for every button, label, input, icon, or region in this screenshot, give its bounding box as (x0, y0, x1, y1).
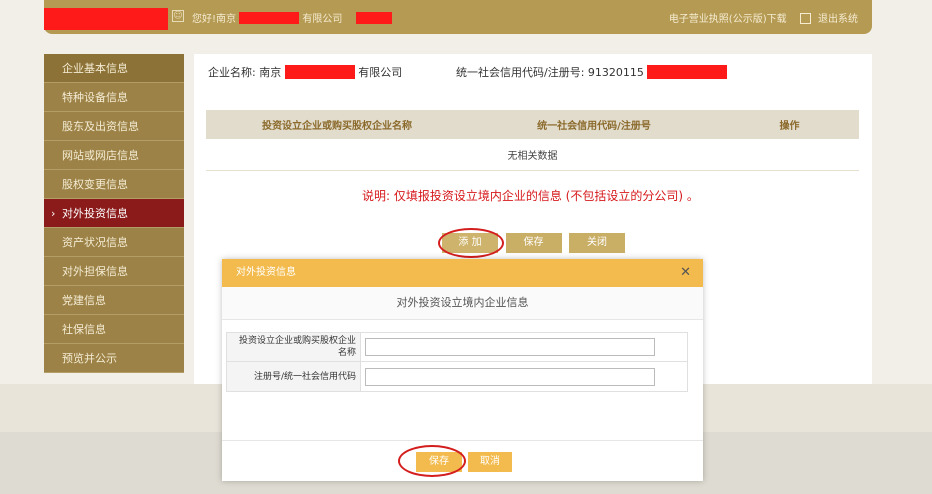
logout-link[interactable]: 退出系统 (818, 14, 858, 25)
license-download-link[interactable]: 电子营业执照(公示版)下载 (669, 14, 787, 25)
redacted-name (108, 8, 168, 30)
table-header-row: 投资设立企业或购买股权企业名称 统一社会信用代码/注册号 操作 (206, 110, 859, 139)
field-cell-credit-code (360, 361, 688, 392)
close-icon[interactable]: ✕ (680, 259, 691, 287)
logout-icon[interactable] (799, 13, 811, 24)
table-header-name: 投资设立企业或购买股权企业名称 (262, 121, 412, 132)
sidebar-item-guarantee[interactable]: 对外担保信息 (44, 257, 184, 286)
sidebar-item-preview[interactable]: 预览并公示 (44, 344, 184, 373)
user-icon: ☺ (172, 10, 184, 22)
investment-modal: 对外投资信息 ✕ 对外投资设立境内企业信息 投资设立企业或购买股权企业名称 注册… (222, 259, 703, 481)
company-label: 企业名称: 南京 (208, 66, 282, 79)
redacted-logo (44, 8, 108, 30)
sidebar-item-website[interactable]: 网站或网店信息 (44, 141, 184, 170)
sidebar: 企业基本信息 特种设备信息 股东及出资信息 网站或网店信息 股权变更信息 对外投… (44, 54, 184, 373)
redacted-credit-code (647, 65, 728, 79)
sidebar-item-investment[interactable]: 对外投资信息 (44, 199, 184, 228)
sidebar-item-special-equipment[interactable]: 特种设备信息 (44, 83, 184, 112)
sidebar-item-basic-info[interactable]: 企业基本信息 (44, 54, 184, 83)
table-header-code: 统一社会信用代码/注册号 (537, 121, 651, 132)
modal-subtitle: 对外投资设立境内企业信息 (222, 287, 703, 320)
add-highlight-ellipse (438, 228, 504, 258)
table-header-action: 操作 (779, 121, 800, 132)
modal-cancel-button[interactable]: 取消 (468, 452, 512, 472)
sidebar-item-social-security[interactable]: 社保信息 (44, 315, 184, 344)
sidebar-item-party[interactable]: 党建信息 (44, 286, 184, 315)
save-button[interactable]: 保存 (505, 233, 562, 253)
table-empty-row: 无相关数据 (206, 139, 859, 171)
redacted-tag (355, 12, 392, 24)
sidebar-item-equity-change[interactable]: 股权变更信息 (44, 170, 184, 199)
modal-header: 对外投资信息 ✕ (222, 259, 703, 287)
modal-title: 对外投资信息 (236, 267, 296, 278)
sidebar-item-shareholders[interactable]: 股东及出资信息 (44, 112, 184, 141)
save-highlight-ellipse (398, 445, 466, 477)
close-button[interactable]: 关闭 (569, 233, 625, 253)
company-name-input[interactable] (365, 338, 655, 356)
instruction-note: 说明: 仅填报投资设立境内企业的信息 (不包括设立的分公司) 。 (362, 189, 699, 203)
company-suffix: 有限公司 (358, 66, 403, 79)
field-label-company-name: 投资设立企业或购买股权企业名称 (226, 332, 361, 362)
sidebar-item-assets[interactable]: 资产状况信息 (44, 228, 184, 257)
credit-code-input[interactable] (365, 367, 655, 386)
investment-form: 投资设立企业或购买股权企业名称 注册号/统一社会信用代码 (226, 332, 688, 392)
redacted-company (239, 12, 300, 24)
greeting-prefix: 您好!南京 (192, 14, 237, 25)
redacted-company-name (284, 65, 355, 79)
top-right-links: 电子营业执照(公示版)下载 退出系统 (669, 10, 858, 25)
greeting-suffix: 有限公司 (302, 14, 343, 25)
investment-table: 投资设立企业或购买股权企业名称 统一社会信用代码/注册号 操作 无相关数据 (206, 110, 859, 171)
credit-label: 统一社会信用代码/注册号: 91320115 (456, 66, 644, 79)
top-bar: ☺ 您好!南京 有限公司 电子营业执照(公示版)下载 退出系统 (44, 0, 872, 34)
modal-footer: 保存 取消 (222, 440, 703, 481)
field-cell-company-name (360, 332, 688, 362)
greeting: 您好!南京 有限公司 (192, 10, 392, 25)
field-label-credit-code: 注册号/统一社会信用代码 (226, 361, 361, 392)
company-name-line: 企业名称: 南京 有限公司 (208, 64, 402, 80)
credit-code-line: 统一社会信用代码/注册号: 91320115 (456, 64, 728, 80)
